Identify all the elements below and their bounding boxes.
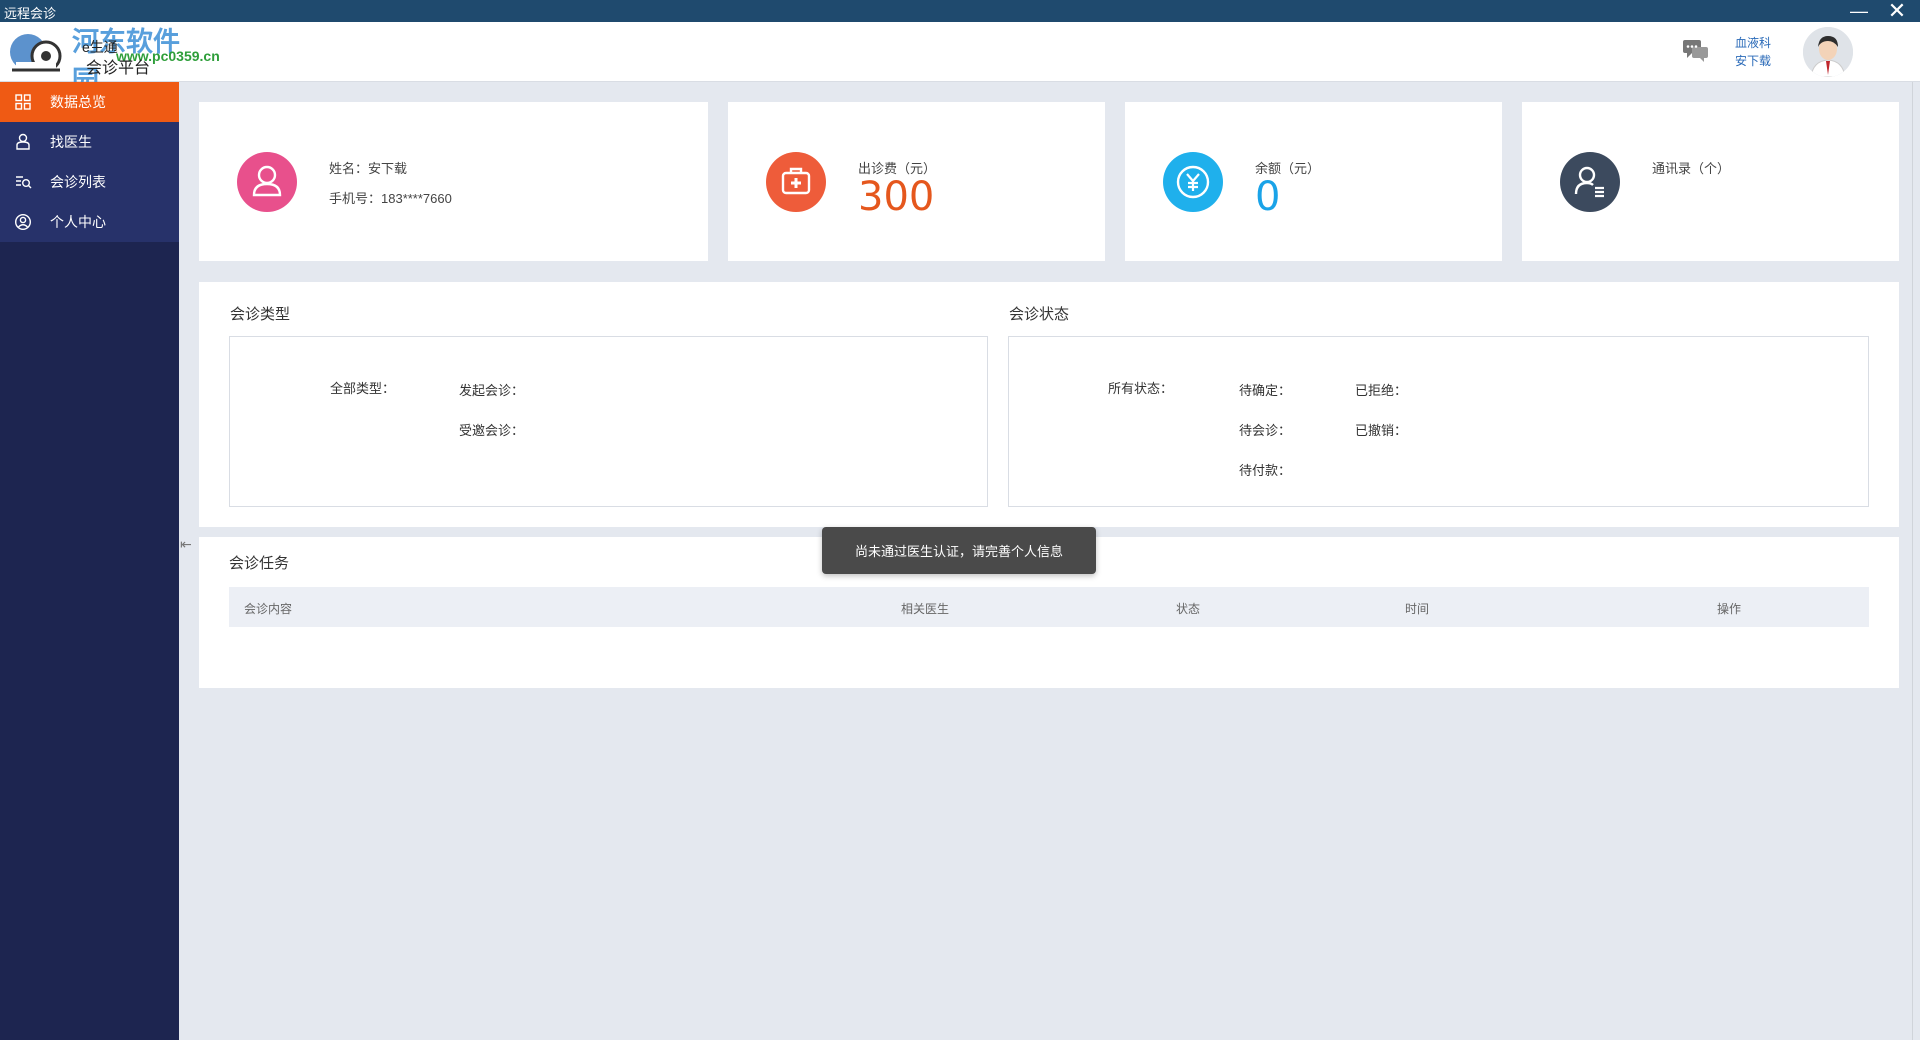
logo-subtitle: 会诊平台	[86, 60, 151, 77]
balance-card: 余额（元） 0	[1125, 102, 1502, 261]
fee-value: 300	[858, 174, 935, 220]
column-header-content: 会诊内容	[244, 602, 293, 616]
pending-confirm-label[interactable]: 待确定：	[1239, 380, 1291, 399]
window-titlebar: 远程会诊 — ✕	[0, 0, 1920, 22]
grid-icon	[15, 94, 31, 110]
pending-payment-label[interactable]: 待付款：	[1239, 460, 1291, 479]
consult-type-box	[229, 336, 988, 507]
column-header-actions: 操作	[1717, 602, 1742, 616]
sidebar-item-label: 找医生	[50, 134, 92, 150]
top-header: 河东软件园 www.pc0359.cn e生通 会诊平台 血液科 安下载	[0, 22, 1920, 97]
consult-type-title: 会诊类型	[230, 306, 291, 323]
doctor-icon	[16, 133, 30, 150]
invited-consult-label[interactable]: 受邀会诊：	[459, 420, 524, 439]
fee-card: 出诊费（元） 300	[728, 102, 1105, 261]
department-label: 血液科	[1735, 36, 1772, 50]
verification-toast: 尚未通过医生认证，请完善个人信息	[822, 527, 1096, 574]
user-icon	[237, 152, 297, 212]
contacts-label: 通讯录（个）	[1652, 161, 1731, 176]
search-list-icon	[16, 176, 32, 189]
profile-phone: 手机号：183****7660	[329, 191, 452, 206]
contacts-icon	[1560, 152, 1620, 212]
user-name: 安下载	[1735, 54, 1772, 68]
sidebar-item-find-doctor[interactable]: 找医生	[0, 122, 179, 162]
sidebar-item-label: 数据总览	[50, 94, 106, 110]
sidebar-item-personal-center[interactable]: 个人中心	[0, 202, 179, 242]
pending-consult-label[interactable]: 待会诊：	[1239, 420, 1291, 439]
sidebar-item-overview[interactable]: 数据总览	[0, 82, 179, 122]
user-circle-icon	[14, 213, 32, 231]
column-header-status: 状态	[1176, 602, 1201, 616]
sidebar-item-consult-list[interactable]: 会诊列表	[0, 162, 179, 202]
window-title: 远程会诊	[4, 6, 57, 21]
doctor-avatar-icon	[1803, 27, 1853, 77]
consult-status-title: 会诊状态	[1009, 306, 1070, 323]
sidebar: 数据总览 找医生 会诊列表 个人中心	[0, 82, 179, 1040]
cloud-logo-icon	[10, 34, 62, 72]
medical-kit-icon	[766, 152, 826, 212]
column-header-doctor: 相关医生	[901, 602, 950, 616]
all-status-label[interactable]: 所有状态：	[1108, 378, 1173, 397]
consult-status-box	[1008, 336, 1869, 507]
all-types-label[interactable]: 全部类型：	[330, 378, 395, 397]
contacts-card: 通讯录（个）	[1522, 102, 1899, 261]
rejected-label[interactable]: 已拒绝：	[1355, 380, 1407, 399]
close-button[interactable]: ✕	[1882, 0, 1912, 22]
tasks-table-header: 会诊内容 相关医生 状态 时间 操作	[229, 587, 1869, 627]
initiated-consult-label[interactable]: 发起会诊：	[459, 380, 524, 399]
profile-name: 姓名：安下载	[329, 161, 408, 176]
yuan-coin-icon	[1163, 152, 1223, 212]
sidebar-item-label: 个人中心	[50, 214, 106, 230]
profile-card: 姓名：安下载 手机号：183****7660	[199, 102, 708, 261]
balance-value: 0	[1255, 174, 1281, 220]
minimize-button[interactable]: —	[1844, 0, 1874, 22]
right-scroll-edge[interactable]	[1912, 82, 1920, 1040]
collapse-sidebar-button[interactable]: ⇤	[180, 536, 194, 562]
consult-tasks-title: 会诊任务	[229, 555, 290, 572]
chat-bubbles-icon[interactable]	[1682, 38, 1710, 64]
app-logo: 河东软件园 www.pc0359.cn e生通 会诊平台	[4, 26, 220, 97]
avatar[interactable]	[1803, 27, 1853, 77]
column-header-time: 时间	[1405, 602, 1430, 616]
sidebar-item-label: 会诊列表	[50, 174, 106, 190]
cancelled-label[interactable]: 已撤销：	[1355, 420, 1407, 439]
user-info[interactable]: 血液科 安下载	[1735, 34, 1771, 70]
